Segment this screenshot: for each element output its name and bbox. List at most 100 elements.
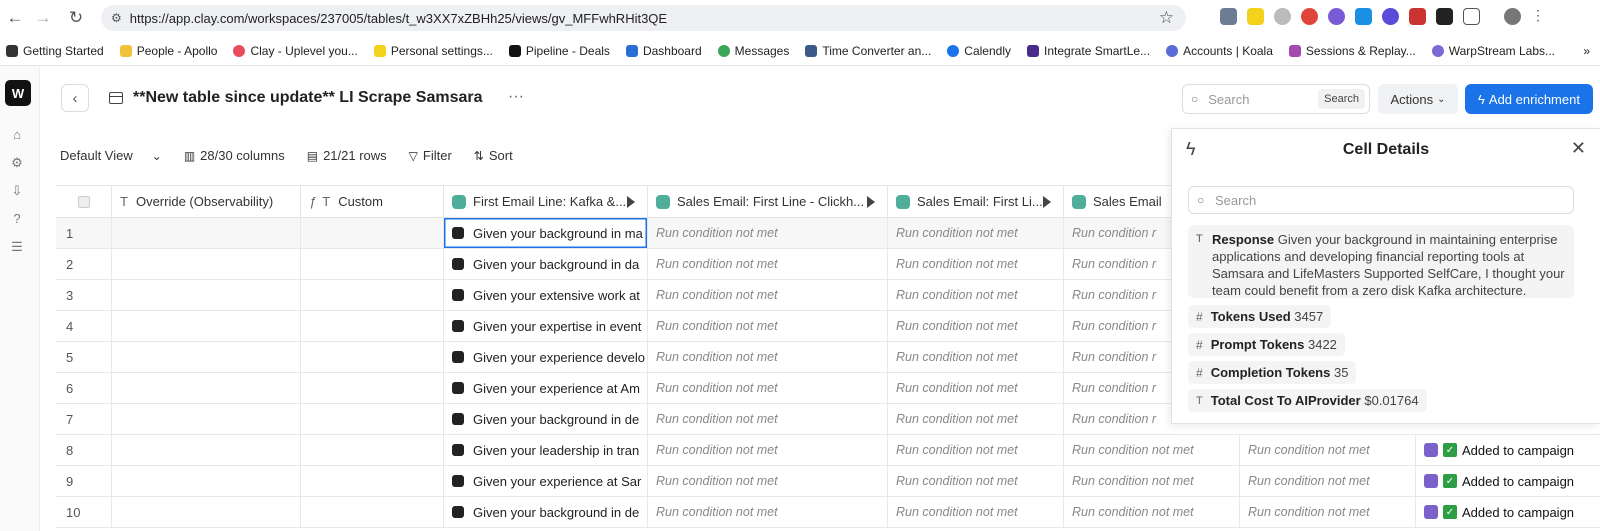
run-condition-cell[interactable]: Run condition not met xyxy=(1064,497,1240,527)
run-condition-cell[interactable]: Run condition not met xyxy=(1240,497,1416,527)
actions-button[interactable]: Actions ⌄ xyxy=(1378,84,1458,114)
bookmark-item[interactable]: Dashboard xyxy=(625,44,702,58)
override-cell[interactable] xyxy=(112,466,301,496)
bookmark-item[interactable]: Integrate SmartLe... xyxy=(1027,44,1150,58)
bookmark-item[interactable]: WarpStream Labs... xyxy=(1431,44,1555,58)
row-number[interactable]: 2 xyxy=(56,249,112,279)
custom-cell[interactable] xyxy=(301,435,444,465)
extension-icon[interactable] xyxy=(1409,8,1426,25)
run-condition-cell[interactable]: Run condition not met xyxy=(648,249,888,279)
custom-cell[interactable] xyxy=(301,404,444,434)
run-condition-cell[interactable]: Run condition not met xyxy=(888,218,1064,248)
row-number[interactable]: 10 xyxy=(56,497,112,527)
override-cell[interactable] xyxy=(112,435,301,465)
campaign-status-cell[interactable]: ✓ Added to campaign xyxy=(1416,497,1600,527)
column-header-custom[interactable]: ƒ T Custom xyxy=(301,186,444,217)
run-condition-cell[interactable]: Run condition not met xyxy=(888,373,1064,403)
run-condition-cell[interactable]: Run condition not met xyxy=(1064,435,1240,465)
first-email-line-cell[interactable]: Given your background in de xyxy=(444,497,648,527)
row-number[interactable]: 9 xyxy=(56,466,112,496)
column-header-first-email-line[interactable]: First Email Line: Kafka &... xyxy=(444,186,648,217)
run-condition-cell[interactable]: Run condition not met xyxy=(1240,435,1416,465)
close-icon[interactable]: ✕ xyxy=(1571,138,1586,159)
address-bar[interactable]: ⚙ https://app.clay.com/workspaces/237005… xyxy=(101,5,1186,31)
campaign-status-cell[interactable]: ✓ Added to campaign xyxy=(1416,435,1600,465)
extension-icon[interactable] xyxy=(1436,8,1453,25)
row-number[interactable]: 6 xyxy=(56,373,112,403)
run-condition-cell[interactable]: Run condition not met xyxy=(888,249,1064,279)
response-field[interactable]: T Response Given your background in main… xyxy=(1188,225,1574,298)
help-icon[interactable]: ? xyxy=(9,211,25,227)
bookmark-item[interactable]: Pipeline - Deals xyxy=(508,44,610,58)
run-condition-cell[interactable]: Run condition not met xyxy=(648,466,888,496)
run-condition-cell[interactable]: Run condition not met xyxy=(1240,466,1416,496)
extension-icon[interactable] xyxy=(1274,8,1291,25)
bookmark-star-icon[interactable]: ☆ xyxy=(1159,8,1174,28)
first-email-line-cell[interactable]: Given your leadership in tran xyxy=(444,435,648,465)
custom-cell[interactable] xyxy=(301,466,444,496)
table-row[interactable]: 9 Given your experience at Sar Run conditi… xyxy=(56,466,1600,497)
first-email-line-cell[interactable]: Given your background in da xyxy=(444,249,648,279)
forward-arrow-icon[interactable]: → xyxy=(30,5,56,31)
first-email-line-cell[interactable]: Given your expertise in event xyxy=(444,311,648,341)
add-enrichment-button[interactable]: ϟ Add enrichment xyxy=(1465,84,1593,114)
custom-cell[interactable] xyxy=(301,342,444,372)
sort-button[interactable]: ⇅ Sort xyxy=(474,148,513,163)
row-number[interactable]: 4 xyxy=(56,311,112,341)
run-column-icon[interactable] xyxy=(867,196,879,208)
table-row[interactable]: 8 Given your leadership in tran Run condit… xyxy=(56,435,1600,466)
workspace-logo[interactable]: W xyxy=(5,80,31,106)
inbox-icon[interactable]: ⇩ xyxy=(9,183,25,199)
bookmark-item[interactable]: Messages xyxy=(717,44,789,58)
run-condition-cell[interactable]: Run condition not met xyxy=(1064,466,1240,496)
custom-cell[interactable] xyxy=(301,218,444,248)
table-icon[interactable]: ☰ xyxy=(9,239,25,255)
run-condition-cell[interactable]: Run condition not met xyxy=(648,280,888,310)
bookmark-item[interactable]: People - Apollo xyxy=(119,44,217,58)
column-header-sales-email-first-line[interactable]: Sales Email: First Li... xyxy=(888,186,1064,217)
browser-menu-icon[interactable]: ⋮ xyxy=(1531,8,1545,25)
first-email-line-cell[interactable]: Given your experience at Sar xyxy=(444,466,648,496)
completion-tokens-field[interactable]: # Completion Tokens 35 xyxy=(1188,361,1357,384)
run-condition-cell[interactable]: Run condition not met xyxy=(648,435,888,465)
home-icon[interactable]: ⌂ xyxy=(9,127,25,143)
extension-icon[interactable] xyxy=(1382,8,1399,25)
extension-icon[interactable] xyxy=(1220,8,1237,25)
custom-cell[interactable] xyxy=(301,373,444,403)
back-arrow-icon[interactable]: ← xyxy=(2,5,28,31)
run-condition-cell[interactable]: Run condition not met xyxy=(648,373,888,403)
page-title[interactable]: **New table since update** LI Scrape Sam… xyxy=(133,89,482,107)
bookmark-item[interactable]: Personal settings... xyxy=(373,44,493,58)
override-cell[interactable] xyxy=(112,218,301,248)
row-number[interactable]: 7 xyxy=(56,404,112,434)
select-all-checkbox[interactable] xyxy=(56,186,112,217)
first-email-line-cell[interactable]: Given your extensive work at xyxy=(444,280,648,310)
bookmark-item[interactable]: Time Converter an... xyxy=(805,44,931,58)
first-email-line-cell[interactable]: Given your experience develo xyxy=(444,342,648,372)
custom-cell[interactable] xyxy=(301,497,444,527)
run-condition-cell[interactable]: Run condition not met xyxy=(888,342,1064,372)
custom-cell[interactable] xyxy=(301,249,444,279)
run-condition-cell[interactable]: Run condition not met xyxy=(888,280,1064,310)
settings-icon[interactable]: ⚙ xyxy=(9,155,25,171)
first-email-line-cell[interactable]: Given your experience at Am xyxy=(444,373,648,403)
row-number[interactable]: 5 xyxy=(56,342,112,372)
override-cell[interactable] xyxy=(112,249,301,279)
back-button[interactable]: ‹ xyxy=(61,84,89,112)
filter-button[interactable]: ▽ Filter xyxy=(409,148,452,163)
custom-cell[interactable] xyxy=(301,311,444,341)
extension-icon[interactable] xyxy=(1355,8,1372,25)
bookmark-item[interactable]: Accounts | Koala xyxy=(1166,44,1273,58)
more-options-icon[interactable]: ··· xyxy=(508,88,524,106)
custom-cell[interactable] xyxy=(301,280,444,310)
run-column-icon[interactable] xyxy=(1043,196,1055,208)
row-number[interactable]: 3 xyxy=(56,280,112,310)
first-email-line-cell[interactable]: Given your background in de xyxy=(444,404,648,434)
extension-icon[interactable] xyxy=(1247,8,1264,25)
campaign-status-cell[interactable]: ✓ Added to campaign xyxy=(1416,466,1600,496)
run-condition-cell[interactable]: Run condition not met xyxy=(888,311,1064,341)
puzzle-extensions-icon[interactable] xyxy=(1463,8,1480,25)
bookmark-item[interactable]: Sessions & Replay... xyxy=(1288,44,1416,58)
run-condition-cell[interactable]: Run condition not met xyxy=(888,497,1064,527)
prompt-tokens-field[interactable]: # Prompt Tokens 3422 xyxy=(1188,333,1345,356)
